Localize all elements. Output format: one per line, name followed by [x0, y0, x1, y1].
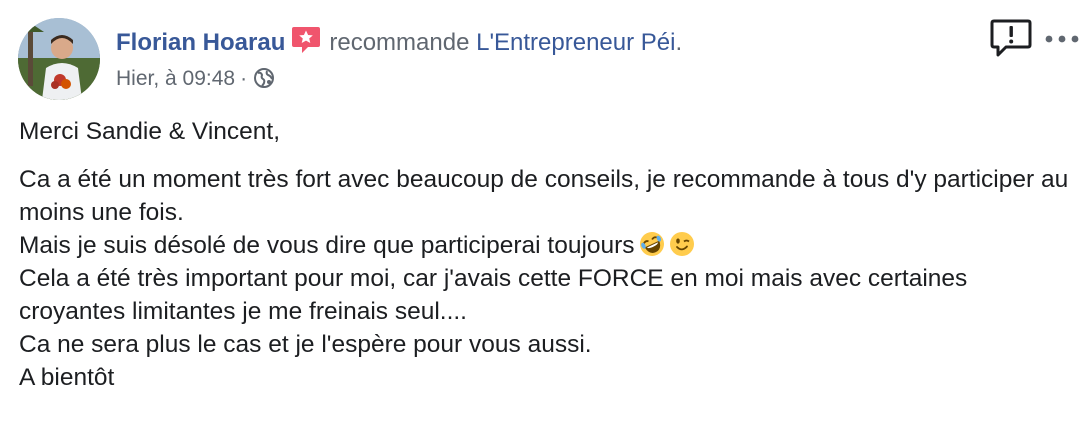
post-line: Ca ne sera plus le cas et je l'espère po… [19, 328, 1079, 361]
recommend-action-text: recommande [329, 29, 470, 56]
author-name[interactable]: Florian Hoarau [116, 29, 285, 56]
page-link[interactable]: L'Entrepreneur Péi [476, 29, 675, 56]
star-badge-icon [291, 26, 321, 54]
post-line-text: Mais je suis désolé de vous dire que par… [19, 232, 635, 259]
winking-emoji [669, 231, 695, 257]
post-meta: Hier, à 09:48 · [116, 66, 275, 92]
post-line-text: Ca a été un moment très fort avec beauco… [19, 166, 1069, 226]
post-line: Ca a été un moment très fort avec beauco… [19, 163, 1079, 229]
post-line-text: Cela a été très important pour moi, car … [19, 265, 968, 325]
report-bubble-icon[interactable] [990, 18, 1032, 58]
post-greeting: Merci Sandie & Vincent, [19, 118, 281, 145]
post-line: Cela a été très important pour moi, car … [19, 262, 1079, 328]
post-header: Florian Hoarau recommande L'Entrepreneur … [18, 18, 1079, 102]
author-line: Florian Hoarau recommande L'Entrepreneur … [116, 26, 682, 58]
more-dots-icon[interactable] [1040, 24, 1084, 54]
globe-icon[interactable] [253, 67, 275, 89]
timestamp[interactable]: Hier, à 09:48 [116, 67, 235, 90]
post-body: Merci Sandie & Vincent, Ca a été un mome… [19, 115, 1079, 394]
separator: · [240, 67, 248, 90]
post-line: Mais je suis désolé de vous dire que par… [19, 229, 1079, 262]
avatar[interactable] [18, 18, 100, 100]
post-line: A bientôt [19, 361, 1079, 394]
post-line-text: Ca ne sera plus le cas et je l'espère po… [19, 331, 592, 358]
period: . [675, 29, 683, 56]
rolling-laughing-emoji [639, 231, 665, 257]
post-line-text: A bientôt [19, 364, 115, 391]
